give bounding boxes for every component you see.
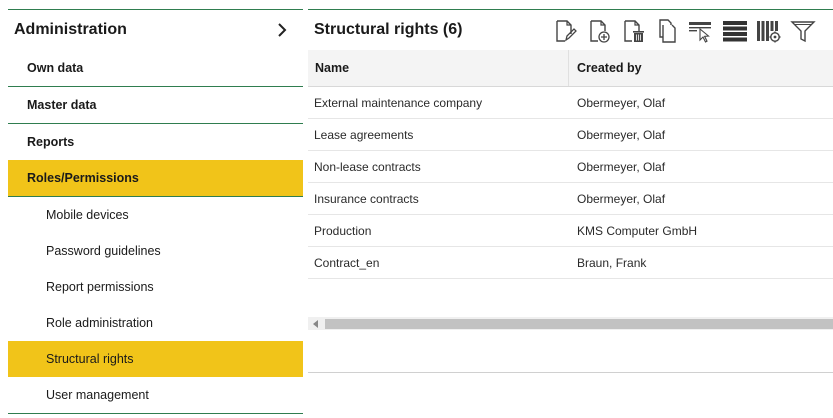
filter-icon bbox=[790, 21, 816, 43]
sidebar-item-own-data[interactable]: Own data bbox=[8, 50, 303, 87]
cell-name: Contract_en bbox=[314, 255, 380, 270]
copy-document-icon bbox=[659, 19, 676, 43]
sidebar-item-mobile-devices[interactable]: Mobile devices bbox=[8, 197, 303, 233]
sidebar-item-label: Roles/Permissions bbox=[27, 171, 139, 185]
chevron-right-icon[interactable] bbox=[275, 22, 289, 38]
column-header-label: Name bbox=[315, 61, 350, 75]
table-body: External maintenance company Obermeyer, … bbox=[308, 87, 833, 279]
add-document-icon bbox=[590, 20, 610, 43]
column-settings-icon bbox=[757, 21, 781, 43]
sidebar-item-roles-permissions[interactable]: Roles/Permissions bbox=[8, 160, 303, 197]
column-header-created-by[interactable]: Created by bbox=[569, 50, 642, 86]
cell-name: Production bbox=[314, 223, 372, 238]
cell-name: External maintenance company bbox=[314, 95, 483, 110]
delete-document-button[interactable] bbox=[616, 17, 650, 45]
cell-created-by: Obermeyer, Olaf bbox=[577, 191, 666, 206]
sidebar: Administration Own data Master data Repo… bbox=[8, 9, 303, 415]
cell-created-by: Obermeyer, Olaf bbox=[577, 127, 666, 142]
sidebar-item-label: Master data bbox=[27, 98, 97, 112]
rows-icon bbox=[723, 21, 747, 42]
sidebar-item-label: Own data bbox=[27, 61, 84, 75]
sidebar-item-master-data[interactable]: Master data bbox=[8, 87, 303, 124]
cell-name: Insurance contracts bbox=[314, 191, 419, 206]
sidebar-item-report-permissions[interactable]: Report permissions bbox=[8, 269, 303, 305]
sidebar-item-label: Report permissions bbox=[46, 280, 154, 294]
sidebar-item-label: User management bbox=[46, 388, 149, 402]
sidebar-divider bbox=[8, 413, 303, 414]
main-divider bbox=[308, 372, 833, 373]
cell-created-by: KMS Computer GmbH bbox=[577, 223, 698, 238]
toolbar bbox=[548, 17, 820, 45]
copy-document-button[interactable] bbox=[650, 17, 684, 45]
scrollbar-thumb[interactable] bbox=[325, 319, 833, 329]
sidebar-item-reports[interactable]: Reports bbox=[8, 124, 303, 161]
cell-name: Non-lease contracts bbox=[314, 159, 421, 174]
main-panel: Structural rights (6) Name Created by Ex… bbox=[308, 9, 833, 415]
page-title: Structural rights (6) bbox=[314, 21, 463, 38]
sidebar-item-label: Reports bbox=[27, 135, 75, 149]
sidebar-header[interactable]: Administration bbox=[8, 9, 303, 50]
sidebar-item-role-administration[interactable]: Role administration bbox=[8, 305, 303, 341]
column-header-name[interactable]: Name bbox=[308, 50, 569, 86]
column-settings-button[interactable] bbox=[752, 17, 786, 45]
select-column-icon bbox=[689, 22, 711, 43]
column-header-label: Created by bbox=[577, 61, 642, 75]
sidebar-item-label: Structural rights bbox=[46, 352, 134, 366]
table-row[interactable]: Contract_en Braun, Frank bbox=[308, 247, 833, 279]
table-row[interactable]: Non-lease contracts Obermeyer, Olaf bbox=[308, 151, 833, 183]
sidebar-item-label: Password guidelines bbox=[46, 244, 161, 258]
sidebar-title: Administration bbox=[14, 21, 127, 38]
sidebar-item-label: Role administration bbox=[46, 316, 153, 330]
add-document-button[interactable] bbox=[582, 17, 616, 45]
table-row[interactable]: Insurance contracts Obermeyer, Olaf bbox=[308, 183, 833, 215]
table-row[interactable]: Production KMS Computer GmbH bbox=[308, 215, 833, 247]
sidebar-item-password-guidelines[interactable]: Password guidelines bbox=[8, 233, 303, 269]
scroll-left-arrow-icon[interactable] bbox=[308, 317, 324, 330]
rows-button[interactable] bbox=[718, 17, 752, 45]
cell-name: Lease agreements bbox=[314, 127, 414, 142]
horizontal-scrollbar[interactable] bbox=[308, 317, 833, 330]
select-column-button[interactable] bbox=[684, 17, 718, 45]
cell-created-by: Obermeyer, Olaf bbox=[577, 95, 666, 110]
edit-document-button[interactable] bbox=[548, 17, 582, 45]
table-row[interactable]: Lease agreements Obermeyer, Olaf bbox=[308, 119, 833, 151]
table-header: Name Created by bbox=[308, 50, 833, 87]
cell-created-by: Braun, Frank bbox=[577, 255, 647, 270]
sidebar-item-user-management[interactable]: User management bbox=[8, 377, 303, 413]
sidebar-item-structural-rights[interactable]: Structural rights bbox=[8, 341, 303, 377]
edit-document-icon bbox=[556, 20, 577, 42]
delete-document-icon bbox=[624, 20, 644, 42]
sidebar-item-label: Mobile devices bbox=[46, 208, 129, 222]
filter-button[interactable] bbox=[786, 17, 820, 45]
cell-created-by: Obermeyer, Olaf bbox=[577, 159, 666, 174]
table-row[interactable]: External maintenance company Obermeyer, … bbox=[308, 87, 833, 119]
